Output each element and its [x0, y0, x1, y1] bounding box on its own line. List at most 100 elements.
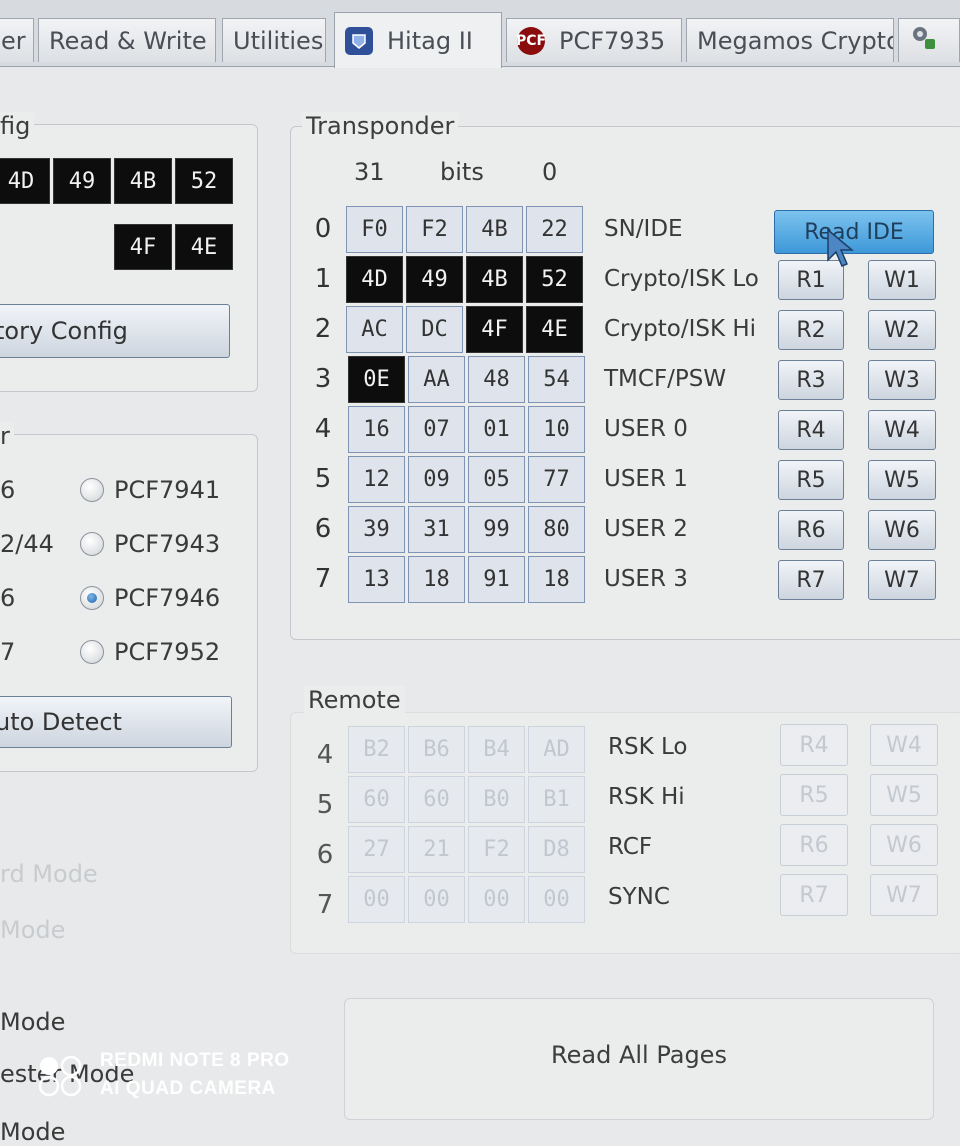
write-page-button[interactable]: W4 [868, 410, 936, 450]
byte-cell[interactable]: 18 [528, 556, 585, 603]
byte-cell[interactable]: 07 [408, 406, 465, 453]
remote-write-button[interactable]: W6 [870, 824, 938, 866]
remote-read-button[interactable]: R5 [780, 774, 848, 816]
byte-cell[interactable]: 54 [528, 356, 585, 403]
write-page-button[interactable]: W6 [868, 510, 936, 550]
byte-cell[interactable]: 0E [348, 356, 405, 403]
radio-pcf7952[interactable] [80, 640, 104, 664]
byte-cell[interactable]: 22 [526, 206, 583, 253]
page-label: USER 1 [604, 466, 688, 492]
byte-cell[interactable]: 13 [348, 556, 405, 603]
config-byte[interactable]: 4D [0, 158, 50, 204]
config-byte[interactable]: 4E [175, 224, 233, 270]
remote-byte-cell: 60 [408, 776, 465, 823]
byte-cell[interactable]: 4F [466, 306, 523, 353]
byte-cell[interactable]: 80 [528, 506, 585, 553]
read-page-button[interactable]: R4 [778, 410, 844, 450]
byte-cell[interactable]: 91 [468, 556, 525, 603]
byte-cell[interactable]: 4B [466, 206, 523, 253]
bit-header-lsb: 0 [542, 158, 558, 186]
remote-page-label: SYNC [608, 884, 670, 910]
mode-option[interactable]: Mode [0, 916, 65, 944]
page-number: 7 [314, 564, 332, 594]
type-legend: r [0, 422, 14, 450]
tab-partial[interactable]: er [0, 18, 34, 62]
byte-cell[interactable]: 39 [348, 506, 405, 553]
factory-config-button[interactable]: tory Config [0, 304, 230, 358]
remote-byte-cell: B1 [528, 776, 585, 823]
byte-cell[interactable]: 16 [348, 406, 405, 453]
config-byte[interactable]: 49 [53, 158, 111, 204]
mode-option[interactable]: Mode [0, 1118, 65, 1146]
remote-write-button[interactable]: W5 [870, 774, 938, 816]
remote-page-label: RCF [608, 834, 653, 860]
tab-tools[interactable] [898, 18, 960, 62]
read-page-button[interactable]: R5 [778, 460, 844, 500]
watermark-line1: REDMI NOTE 8 PRO [100, 1050, 290, 1071]
write-page-button[interactable]: W7 [868, 560, 936, 600]
remote-write-button[interactable]: W4 [870, 724, 938, 766]
remote-byte-cell: 21 [408, 826, 465, 873]
byte-cell[interactable]: 05 [468, 456, 525, 503]
remote-byte-cell: D8 [528, 826, 585, 873]
mode-option[interactable]: Mode [0, 1008, 65, 1036]
page-label: Crypto/ISK Lo [604, 266, 759, 292]
radio-label: PCF7946 [114, 584, 221, 612]
byte-cell[interactable]: 99 [468, 506, 525, 553]
byte-cell[interactable]: 49 [406, 256, 463, 303]
byte-cell[interactable]: 48 [468, 356, 525, 403]
mode-option[interactable]: rd Mode [0, 860, 98, 888]
tab-label: Read & Write [49, 26, 207, 55]
byte-cell[interactable]: 10 [528, 406, 585, 453]
remote-write-button[interactable]: W7 [870, 874, 938, 916]
tab-megamos-crypto[interactable]: Megamos Crypto [686, 18, 894, 62]
radio-pcf7941[interactable] [80, 478, 104, 502]
remote-read-button[interactable]: R4 [780, 724, 848, 766]
page-label: Crypto/ISK Hi [604, 316, 757, 342]
write-page-button[interactable]: W5 [868, 460, 936, 500]
read-all-pages-button[interactable]: Read All Pages [356, 1022, 922, 1088]
byte-cell[interactable]: 18 [408, 556, 465, 603]
remote-byte-cell: 00 [408, 876, 465, 923]
radio-pcf7946[interactable] [80, 586, 104, 610]
read-page-button[interactable]: R7 [778, 560, 844, 600]
byte-cell[interactable]: DC [406, 306, 463, 353]
bit-header-label: bits [440, 158, 484, 186]
byte-cell[interactable]: 4E [526, 306, 583, 353]
byte-cell[interactable]: 01 [468, 406, 525, 453]
byte-cell[interactable]: 12 [348, 456, 405, 503]
remote-read-button[interactable]: R6 [780, 824, 848, 866]
byte-cell[interactable]: 4B [466, 256, 523, 303]
page-label: USER 3 [604, 566, 688, 592]
tab-utilities[interactable]: Utilities [222, 18, 326, 62]
byte-cell[interactable]: AC [346, 306, 403, 353]
remote-read-button[interactable]: R7 [780, 874, 848, 916]
byte-cell[interactable]: AA [408, 356, 465, 403]
config-byte[interactable]: 4B [114, 158, 172, 204]
config-byte[interactable]: 52 [175, 158, 233, 204]
tools-icon [909, 23, 939, 59]
byte-cell[interactable]: 09 [408, 456, 465, 503]
page-number: 6 [314, 514, 332, 544]
byte-cell[interactable]: 52 [526, 256, 583, 303]
write-page-button[interactable]: W1 [868, 260, 936, 300]
byte-cell[interactable]: F0 [346, 206, 403, 253]
byte-cell[interactable]: 77 [528, 456, 585, 503]
tab-read-write[interactable]: Read & Write [38, 18, 216, 62]
read-page-button[interactable]: R3 [778, 360, 844, 400]
watermark-line2: AI QUAD CAMERA [100, 1078, 276, 1099]
write-page-button[interactable]: W2 [868, 310, 936, 350]
byte-cell[interactable]: F2 [406, 206, 463, 253]
tab-pcf7935[interactable]: PCF PCF7935 [506, 18, 682, 62]
byte-cell[interactable]: 4D [346, 256, 403, 303]
write-page-button[interactable]: W3 [868, 360, 936, 400]
radio-pcf7943[interactable] [80, 532, 104, 556]
read-page-button[interactable]: R6 [778, 510, 844, 550]
read-page-button[interactable]: R2 [778, 310, 844, 350]
config-byte[interactable]: 4F [114, 224, 172, 270]
tab-hitag-ii[interactable]: Hitag II [334, 12, 502, 68]
byte-cell[interactable]: 31 [408, 506, 465, 553]
page-number: 5 [314, 464, 332, 494]
page-number: 1 [314, 264, 332, 294]
auto-detect-button[interactable]: uto Detect [0, 696, 232, 748]
